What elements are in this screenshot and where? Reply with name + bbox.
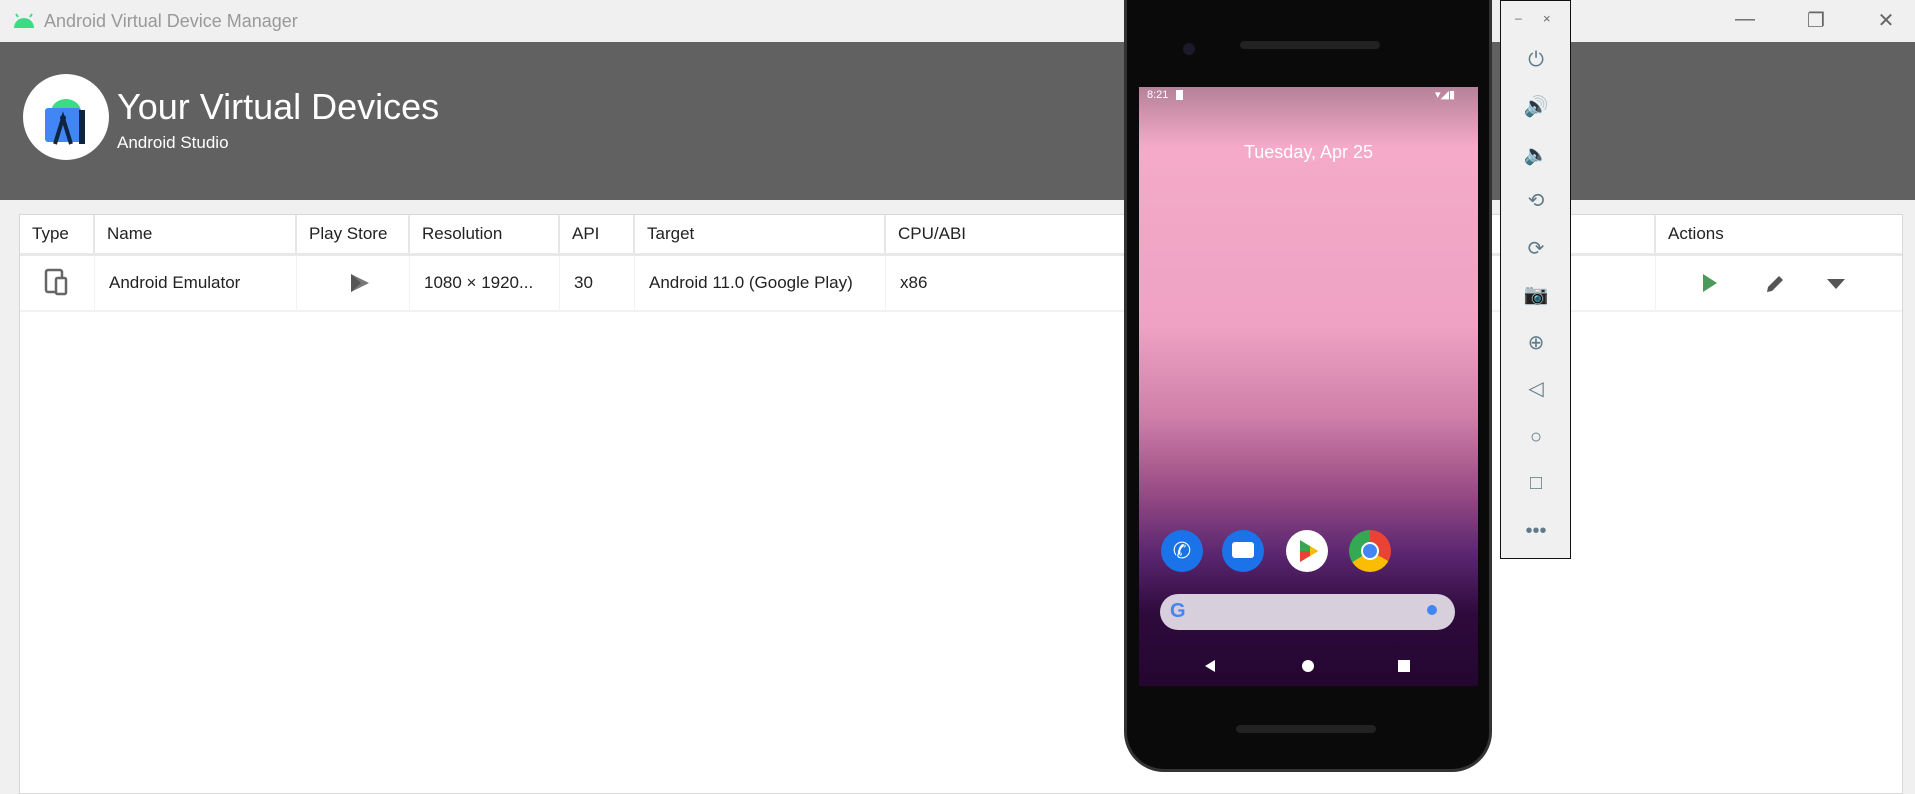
more-icon[interactable]: •••: [1523, 518, 1549, 544]
column-resolution[interactable]: Resolution: [410, 215, 560, 253]
column-actions: Actions: [1668, 224, 1724, 243]
column-target[interactable]: Target: [635, 215, 886, 253]
column-play-store[interactable]: Play Store: [297, 215, 410, 253]
column-type[interactable]: Type: [20, 215, 95, 253]
nav-overview-button[interactable]: [1398, 660, 1410, 672]
toolbar-close-button[interactable]: ×: [1543, 11, 1551, 26]
assistant-icon: [1427, 605, 1437, 615]
column-api[interactable]: API: [560, 215, 635, 253]
messages-app-icon[interactable]: [1222, 530, 1264, 572]
status-icons: ▾◢▮: [1435, 89, 1456, 101]
volume-down-icon[interactable]: 🔈: [1523, 142, 1549, 168]
bottom-speaker: [1236, 725, 1376, 733]
rotate-right-icon[interactable]: ⟳: [1523, 236, 1549, 262]
toolbar-minimize-button[interactable]: –: [1515, 11, 1522, 25]
play-store-icon: [297, 256, 410, 310]
nav-back-button[interactable]: [1203, 659, 1217, 678]
sd-card-icon: [1176, 90, 1183, 100]
close-button[interactable]: ✕: [1866, 8, 1906, 36]
status-time: 8:21: [1147, 89, 1169, 101]
device-resolution: 1080 × 1920...: [410, 256, 560, 310]
overview-icon[interactable]: □: [1523, 470, 1549, 496]
screenshot-icon[interactable]: 📷: [1523, 282, 1549, 308]
power-icon[interactable]: ⏻: [1523, 47, 1549, 73]
rotate-left-icon[interactable]: ⟲: [1523, 188, 1549, 214]
more-dropdown-button[interactable]: [1826, 277, 1846, 296]
volume-up-icon[interactable]: 🔊: [1523, 94, 1549, 120]
android-studio-logo: [23, 74, 109, 160]
nav-home-button[interactable]: [1302, 660, 1314, 672]
device-api: 30: [560, 256, 635, 310]
home-icon[interactable]: ○: [1523, 424, 1549, 450]
google-search-bar[interactable]: G: [1160, 594, 1455, 630]
chrome-app-icon[interactable]: [1349, 530, 1391, 572]
restore-button[interactable]: ❐: [1796, 8, 1836, 36]
front-camera: [1183, 43, 1195, 55]
row-divider: [20, 310, 1902, 312]
earpiece-speaker: [1240, 41, 1380, 49]
device-table: Type Name Play Store Resolution API Targ…: [19, 214, 1903, 794]
phone-tablet-icon: [20, 256, 95, 310]
phone-app-icon[interactable]: ✆: [1161, 530, 1203, 572]
play-store-app-icon[interactable]: [1286, 530, 1328, 572]
android-icon: [14, 13, 34, 28]
device-target: Android 11.0 (Google Play): [635, 256, 886, 310]
date-widget[interactable]: Tuesday, Apr 25: [1139, 142, 1478, 163]
launch-button[interactable]: [1700, 273, 1720, 298]
google-icon: G: [1170, 600, 1186, 622]
edit-button[interactable]: [1764, 273, 1786, 300]
emulator-toolbar: – × ⏻ 🔊 🔈 ⟲ ⟳ 📷 ⊕ ◁ ○ □ •••: [1500, 0, 1571, 559]
back-icon[interactable]: ◁: [1523, 376, 1549, 402]
device-name: Android Emulator: [95, 256, 297, 310]
window-title: Android Virtual Device Manager: [44, 11, 298, 31]
zoom-icon[interactable]: ⊕: [1523, 330, 1549, 356]
page-subtitle: Android Studio: [117, 133, 229, 152]
minimize-button[interactable]: —: [1725, 8, 1765, 36]
column-name[interactable]: Name: [95, 215, 297, 253]
page-title: Your Virtual Devices: [117, 86, 440, 127]
